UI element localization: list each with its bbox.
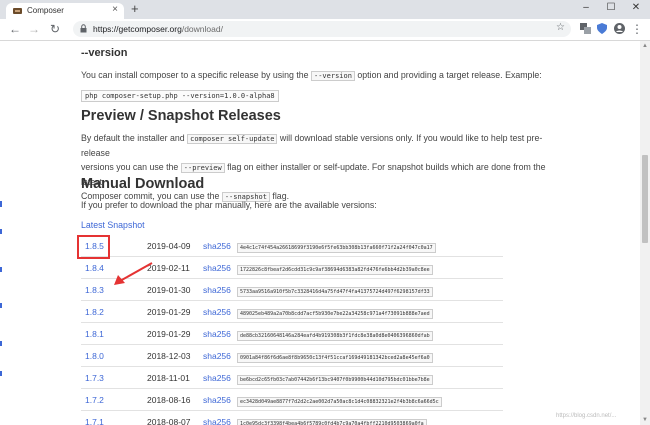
version-link[interactable]: 1.8.4 [85,263,104,273]
browser-titlebar: Composer × + – ☐ ✕ [0,0,650,19]
table-row: 1.8.2 2019-01-29 sha256 489025eb489a2a70b8c… [81,300,503,323]
release-date: 2018-12-03 [147,344,203,367]
release-date: 2018-11-01 [147,366,203,389]
page-content: --version You can install composer to a … [0,41,640,425]
checksum-algo-link[interactable]: sha256 [203,351,231,361]
minimize-button[interactable]: – [576,1,596,15]
tab-composer[interactable]: Composer × [6,3,124,19]
watermark: https://blog.csdn.net/... [556,413,617,419]
tab-title: Composer [27,6,64,15]
lock-icon [80,24,87,33]
maximize-button[interactable]: ☐ [601,1,621,15]
table-row: 1.8.1 2019-01-29 sha256 de88cb32160648146a2… [81,322,503,345]
checksum-hash: 5733aa9516a910f5b7c3328416d4a75fd47f4fa4… [237,286,433,297]
version-description: You can install composer to a specific r… [81,70,542,81]
version-link[interactable]: 1.7.1 [85,417,104,425]
table-row: 1.7.3 2018-11-01 sha256 be6bcd2c65fb03c7ab0… [81,366,503,389]
manual-download-heading: Manual Download [81,176,205,192]
red-arrow-annotation [114,262,153,285]
checksum-hash: 0901a84f86f6d6ae8f8b9650c13f4f51ccaf169d… [237,352,433,363]
reload-icon[interactable]: ↻ [48,22,62,36]
preview-heading: Preview / Snapshot Releases [81,108,281,124]
scroll-up-icon[interactable]: ▲ [642,43,648,49]
table-row: 1.8.5 2019-04-09 sha256 4e4c1c74f454a266186… [81,235,503,257]
release-date: 2019-01-29 [147,300,203,323]
shield-icon[interactable] [597,23,607,34]
address-bar[interactable]: https://getcomposer.org/download/ ☆ [73,21,571,37]
checksum-hash: 1c0e95dc3f3398f4bea4b6f5789c0fd4b7c9a70a… [237,418,427,425]
checksum-algo-link[interactable]: sha256 [203,395,231,405]
preview-description: By default the installer and composer se… [81,133,546,202]
checksum-algo-link[interactable]: sha256 [203,241,231,251]
new-tab-button[interactable]: + [131,2,139,16]
release-date: 2018-08-07 [147,410,203,425]
version-link[interactable]: 1.7.3 [85,373,104,383]
checksum-algo-link[interactable]: sha256 [203,285,231,295]
manual-download-description: If you prefer to download the phar manua… [81,200,377,210]
checksum-hash: 1722826c8fbeaf2d6cdd31c9c9af38694d6383a8… [237,264,433,275]
profile-icon[interactable] [614,23,625,34]
checksum-algo-link[interactable]: sha256 [203,329,231,339]
release-date: 2019-01-29 [147,322,203,345]
menu-icon[interactable]: ⋮ [630,22,644,36]
version-link[interactable]: 1.8.0 [85,351,104,361]
checksum-hash: 489025eb489a2a70b8cdd7acf5b930e7be22a342… [237,308,433,319]
scroll-down-icon[interactable]: ▼ [642,417,648,423]
checksum-hash: 4e4c1c74f454a26618699f3190e6f5fe63bb308b… [237,242,436,253]
bookmark-star-icon[interactable]: ☆ [556,22,565,33]
version-link[interactable]: 1.8.1 [85,329,104,339]
version-heading: --version [81,47,128,59]
version-link[interactable]: 1.7.2 [85,395,104,405]
checksum-algo-link[interactable]: sha256 [203,417,231,425]
version-link[interactable]: 1.8.2 [85,307,104,317]
checksum-hash: be6bcd2c65fb03c7ab07442b6f13bc9407f0b990… [237,374,433,385]
checksum-algo-link[interactable]: sha256 [203,373,231,383]
checksum-hash: de88cb32160648146a284eafd4b919308b3f1fdc… [237,330,433,341]
back-icon[interactable]: ← [8,22,22,36]
release-date: 2018-08-16 [147,388,203,411]
release-date: 2019-01-30 [147,278,203,301]
latest-snapshot-link[interactable]: Latest Snapshot [81,220,145,230]
table-row: 1.7.2 2018-08-16 sha256 ec3428d049ae8877f7d… [81,388,503,411]
vertical-scrollbar[interactable]: ▲ ▼ [640,41,650,425]
browser-toolbar: ← → ↻ https://getcomposer.org/download/ … [0,19,650,41]
close-window-button[interactable]: ✕ [626,1,646,15]
checksum-hash: ec3428d049ae8877f7d2d2c2ae002d7a50ac8c1d… [237,396,442,407]
release-date: 2019-04-09 [147,235,203,257]
version-link[interactable]: 1.8.3 [85,285,104,295]
checksum-algo-link[interactable]: sha256 [203,263,231,273]
checksum-algo-link[interactable]: sha256 [203,307,231,317]
forward-icon[interactable]: → [27,22,41,36]
scrollbar-thumb[interactable] [642,155,648,243]
translate-icon[interactable] [580,23,591,34]
left-gutter-decoration [0,201,2,376]
composer-favicon-icon [13,8,22,14]
table-row: 1.7.1 2018-08-07 sha256 1c0e95dc3f3398f4bea… [81,410,503,425]
table-row: 1.8.0 2018-12-03 sha256 0901a84f86f6d6ae8f8… [81,344,503,367]
version-example-code: php composer-setup.php --version=1.0.0-a… [81,90,279,102]
url-text: https://getcomposer.org/download/ [93,24,223,34]
release-date: 2019-02-11 [147,256,203,279]
close-tab-icon[interactable]: × [112,4,118,15]
highlight-box [77,235,110,259]
